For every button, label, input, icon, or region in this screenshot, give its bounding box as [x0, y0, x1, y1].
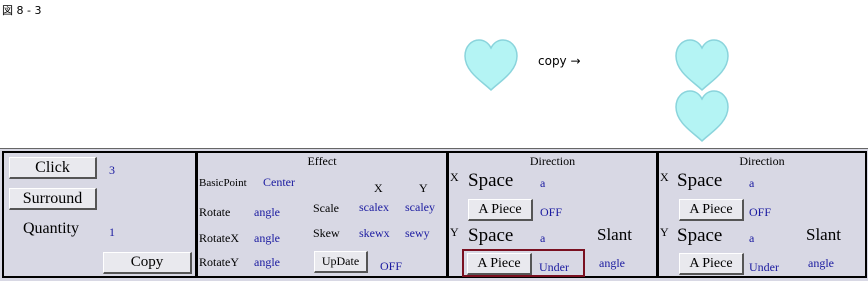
- slant-value[interactable]: angle: [599, 256, 625, 271]
- rotatey-label: RotateY: [199, 255, 239, 269]
- y-axis-label: Y: [450, 225, 459, 239]
- quantity-value: 1: [109, 225, 115, 239]
- x-axis-label: X: [660, 170, 669, 184]
- y-a-piece-value: Under: [539, 260, 569, 274]
- skew-x-value[interactable]: skewx: [359, 226, 390, 241]
- y-axis-label: Y: [660, 225, 669, 239]
- control-panel: Click 3 Surround Quantity 1 Copy Effect …: [0, 148, 868, 281]
- x-header: X: [374, 181, 383, 195]
- rotate-label: Rotate: [199, 205, 231, 219]
- x-a-piece-button[interactable]: A Piece: [468, 199, 533, 221]
- click-button[interactable]: Click: [9, 157, 97, 179]
- copied-heart-icon: [675, 90, 729, 143]
- basic-point-value[interactable]: Center: [263, 175, 295, 190]
- copied-heart-icon: [675, 39, 729, 92]
- copy-button[interactable]: Copy: [103, 252, 192, 274]
- left-panel: Click 3 Surround Quantity 1 Copy: [2, 151, 197, 278]
- scale-x-value[interactable]: scalex: [359, 200, 389, 215]
- slant-label: Slant: [806, 225, 841, 244]
- update-value: OFF: [380, 259, 403, 273]
- y-header: Y: [419, 181, 428, 195]
- x-space-value[interactable]: a: [749, 176, 754, 191]
- surround-button[interactable]: Surround: [9, 188, 97, 210]
- x-a-piece-value: OFF: [540, 205, 563, 219]
- figure-caption: 図 8 - 3: [2, 4, 42, 17]
- y-space-value[interactable]: a: [749, 231, 754, 246]
- quantity-label: Quantity: [23, 220, 79, 237]
- slant-label: Slant: [597, 225, 632, 244]
- y-space-value[interactable]: a: [540, 231, 545, 246]
- rotatex-label: RotateX: [199, 231, 239, 245]
- x-space-value[interactable]: a: [540, 176, 545, 191]
- effect-panel: Effect BasicPoint Center X Y Rotate angl…: [196, 151, 448, 278]
- y-space-label: Space: [468, 225, 514, 246]
- source-heart-icon: [464, 39, 518, 92]
- y-space-label: Space: [677, 225, 723, 246]
- y-a-piece-value: Under: [749, 260, 779, 274]
- scale-label: Scale: [313, 201, 339, 215]
- click-value: 3: [109, 163, 115, 177]
- y-a-piece-button[interactable]: A Piece: [679, 253, 744, 275]
- x-a-piece-value: OFF: [749, 205, 772, 219]
- x-space-label: Space: [677, 170, 723, 191]
- update-button[interactable]: UpDate: [314, 251, 368, 273]
- direction-panel-1: Direction X Space a A Piece OFF Y Space …: [447, 151, 658, 278]
- y-a-piece-button[interactable]: A Piece: [467, 253, 532, 275]
- x-axis-label: X: [450, 170, 459, 184]
- rotatex-value[interactable]: angle: [254, 231, 280, 246]
- basic-point-label: BasicPoint: [199, 177, 247, 189]
- direction-panel-2: Direction X Space a A Piece OFF Y Space …: [657, 151, 867, 278]
- direction-title: Direction: [529, 154, 576, 168]
- x-space-label: Space: [468, 170, 514, 191]
- slant-value[interactable]: angle: [808, 256, 834, 271]
- skew-y-value[interactable]: sewy: [405, 226, 430, 241]
- direction-title: Direction: [739, 154, 785, 168]
- rotatey-value[interactable]: angle: [254, 255, 280, 270]
- effect-title: Effect: [307, 154, 337, 168]
- skew-label: Skew: [313, 226, 340, 240]
- scale-y-value[interactable]: scaley: [405, 200, 435, 215]
- copy-arrow-label: copy →: [538, 54, 581, 68]
- rotate-value[interactable]: angle: [254, 205, 280, 220]
- x-a-piece-button[interactable]: A Piece: [679, 199, 744, 221]
